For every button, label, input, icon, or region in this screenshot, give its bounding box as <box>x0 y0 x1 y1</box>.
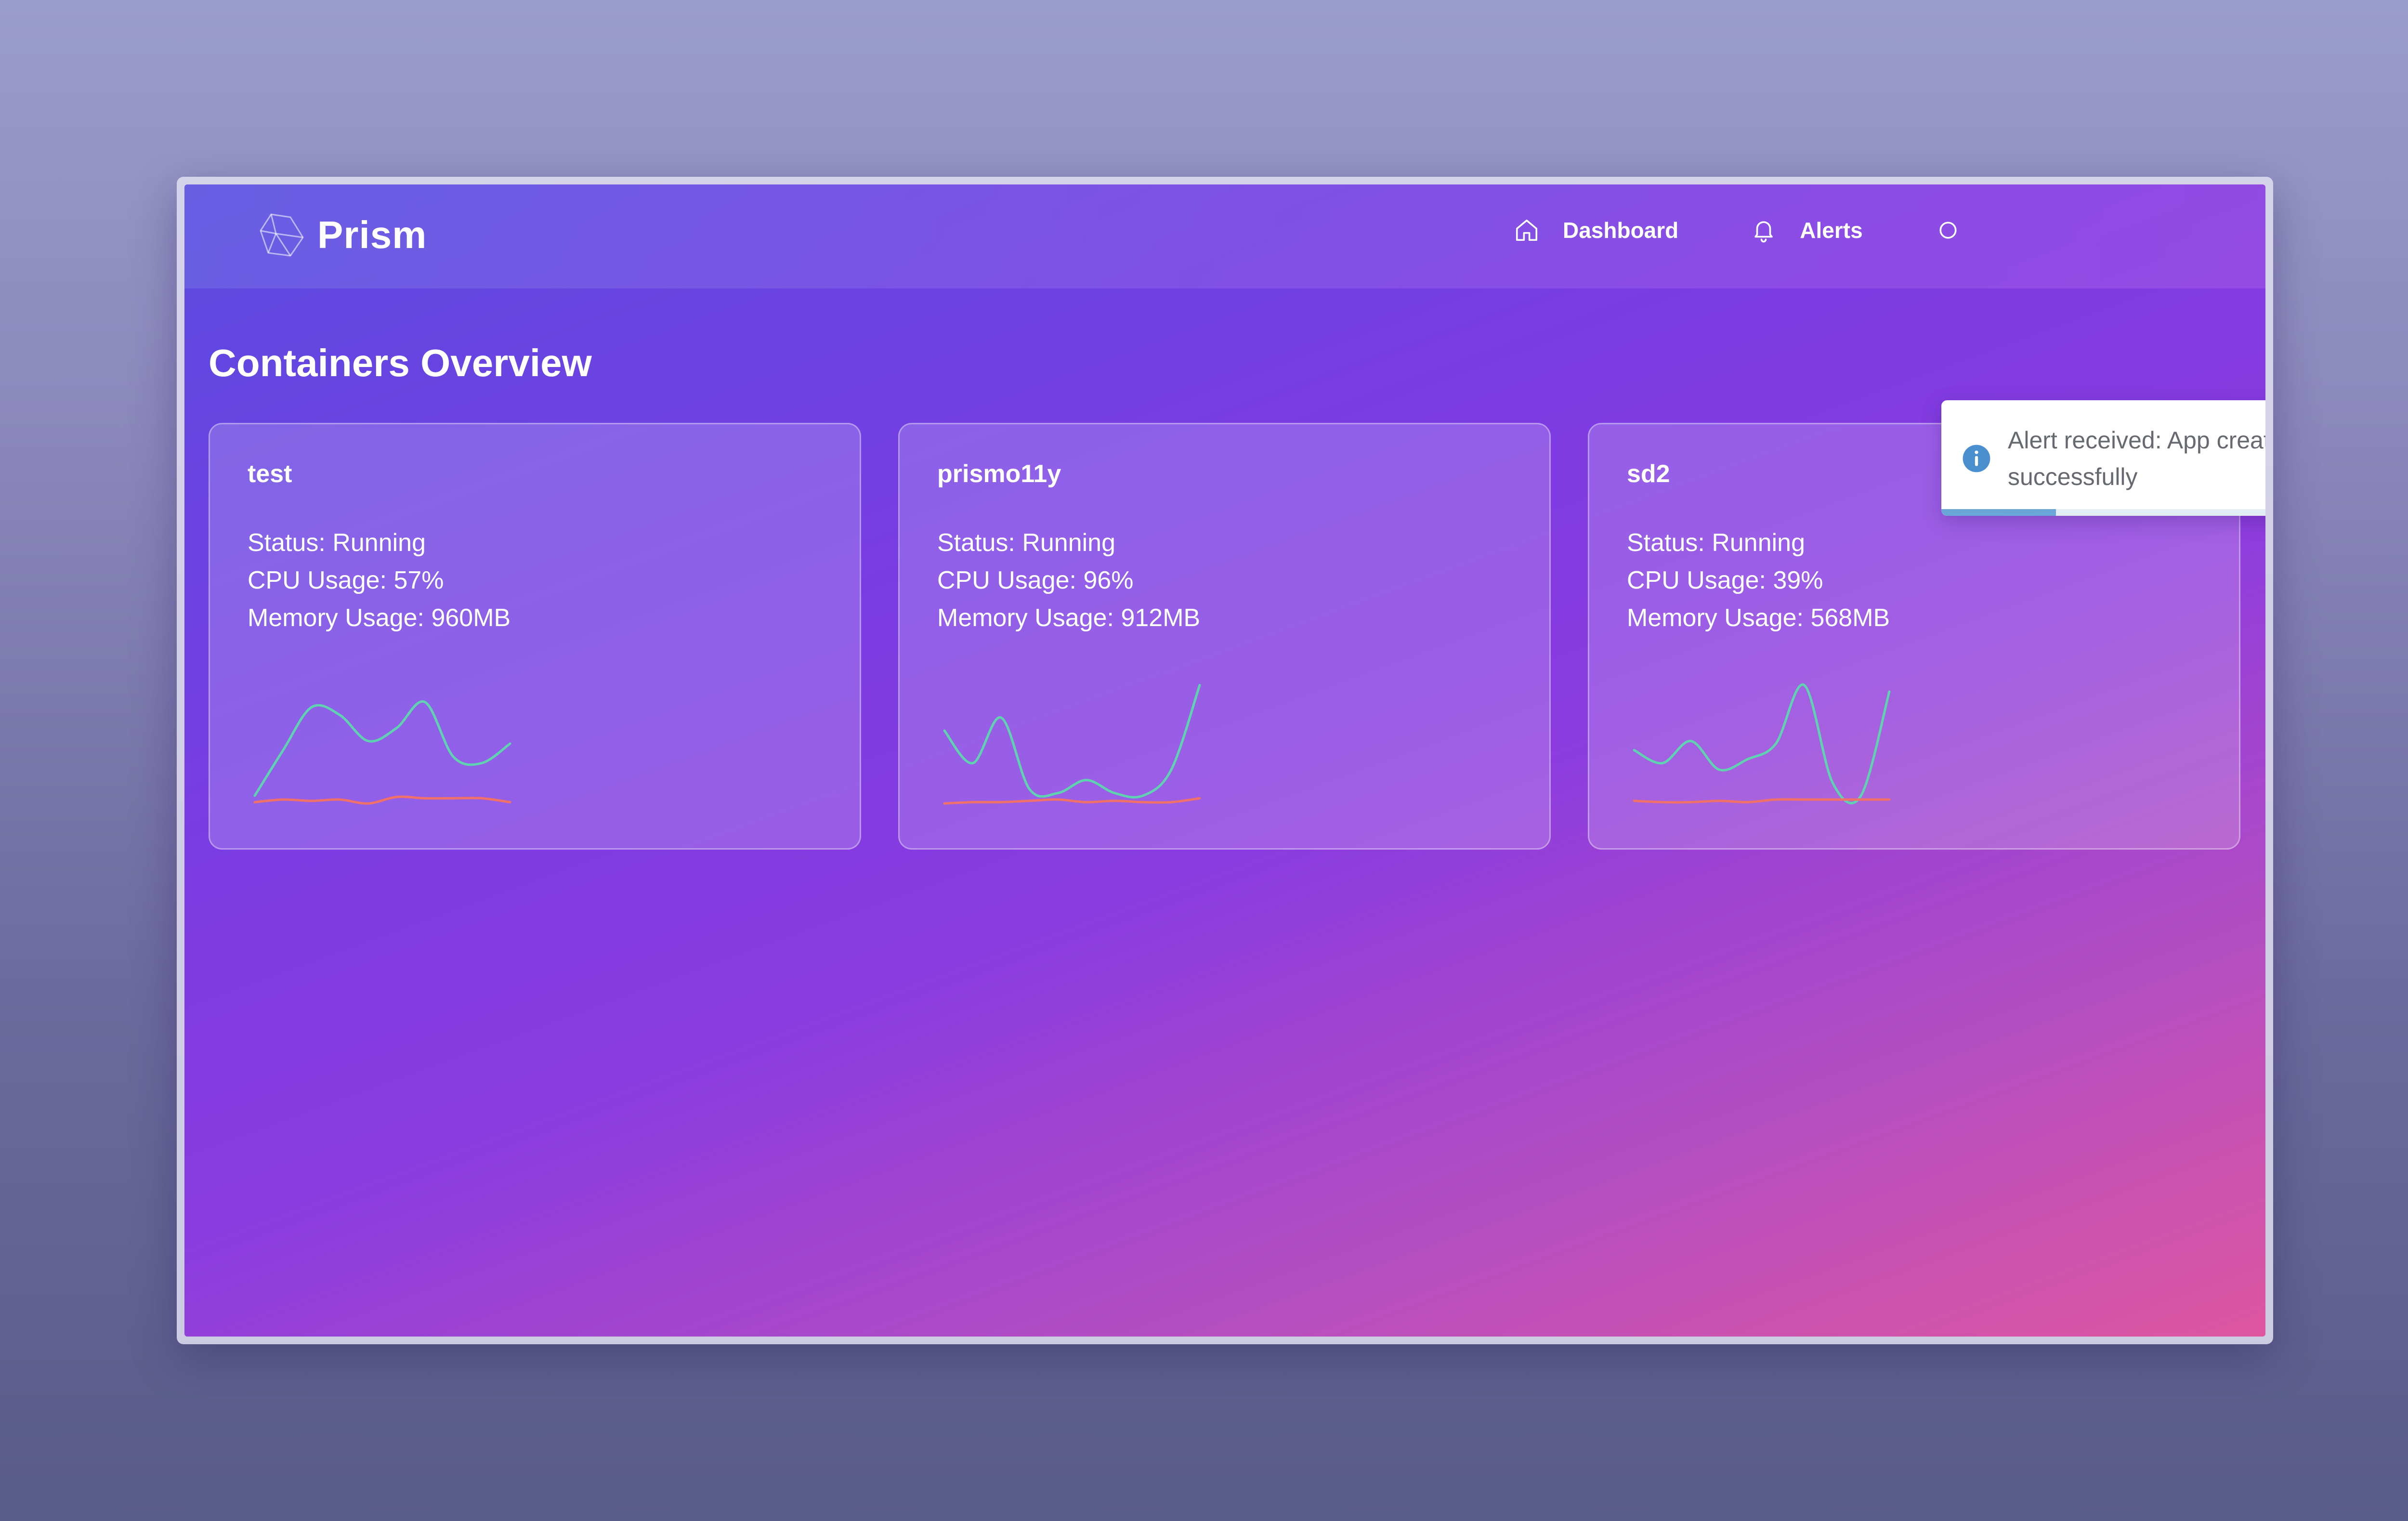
navbar: Prism Dashboard Alerts <box>184 184 2265 288</box>
container-stats: Status: Running CPU Usage: 39% Memory Us… <box>1627 524 1890 637</box>
container-stats: Status: Running CPU Usage: 57% Memory Us… <box>248 524 510 637</box>
nav-item-alerts-label: Alerts <box>1800 218 1863 243</box>
bell-icon <box>1754 221 1773 243</box>
brand[interactable]: Prism <box>257 209 427 262</box>
info-icon <box>1963 445 1990 472</box>
container-cpu: CPU Usage: 57% <box>248 566 444 594</box>
container-name: test <box>248 460 292 488</box>
window-frame: Prism Dashboard Alerts Containers Overvi… <box>177 177 2273 1344</box>
container-memory: Memory Usage: 960MB <box>248 604 511 632</box>
container-cards: test Status: Running CPU Usage: 57% Memo… <box>209 423 2240 850</box>
container-stats: Status: Running CPU Usage: 96% Memory Us… <box>937 524 1200 637</box>
cpu-usage-line <box>1633 683 1891 804</box>
container-status: Status: Running <box>1627 529 1806 557</box>
toast-progress-fill <box>1941 509 2056 516</box>
cpu-usage-line <box>943 684 1201 799</box>
nav-item-dashboard-label: Dashboard <box>1563 218 1679 243</box>
container-name: prismo11y <box>937 460 1061 488</box>
container-sparkline-chart <box>943 684 1201 805</box>
container-cpu: CPU Usage: 39% <box>1627 566 1823 594</box>
container-card[interactable]: prismo11y Status: Running CPU Usage: 96%… <box>898 423 1551 850</box>
cpu-usage-line <box>253 700 511 797</box>
brand-name: Prism <box>317 213 427 256</box>
container-name: sd2 <box>1627 460 1670 488</box>
nav-item-partial[interactable] <box>1935 217 1984 243</box>
container-memory: Memory Usage: 568MB <box>1627 604 1890 632</box>
container-sparkline-chart <box>253 700 511 805</box>
alert-toast[interactable]: Alert received: App created successfully <box>1941 400 2265 516</box>
prism-logo-icon <box>260 213 304 257</box>
page-title: Containers Overview <box>209 341 592 384</box>
nav-item-dashboard[interactable]: Dashboard <box>1514 217 1678 243</box>
memory-usage-line <box>253 795 511 805</box>
container-status: Status: Running <box>937 529 1116 557</box>
memory-usage-line <box>943 797 1201 805</box>
app-root: Prism Dashboard Alerts Containers Overvi… <box>184 184 2265 1337</box>
nav-links: Dashboard Alerts <box>1514 217 1984 243</box>
nav-partial-icon <box>1939 222 1957 239</box>
container-status: Status: Running <box>248 529 426 557</box>
toast-message: Alert received: App created successfully <box>2008 427 2265 490</box>
toast-progress-bar <box>1941 509 2265 516</box>
container-memory: Memory Usage: 912MB <box>937 604 1201 632</box>
container-cpu: CPU Usage: 96% <box>937 566 1134 594</box>
home-icon <box>1516 219 1538 241</box>
container-sparkline-chart <box>1633 683 1891 804</box>
nav-item-alerts[interactable]: Alerts <box>1751 217 1863 243</box>
container-card[interactable]: test Status: Running CPU Usage: 57% Memo… <box>209 423 861 850</box>
